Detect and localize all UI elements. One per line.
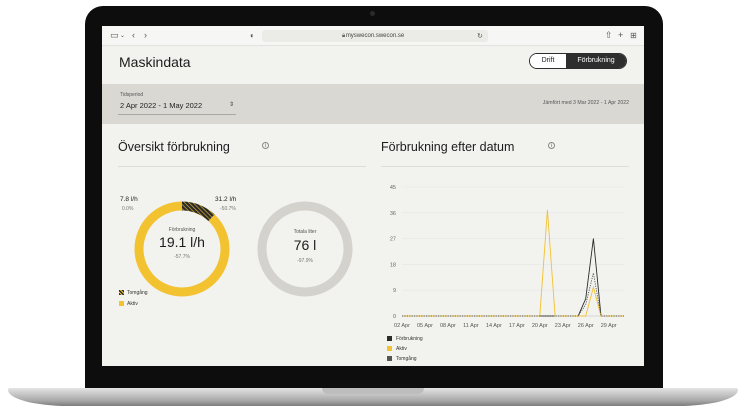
legend-active-label: Aktiv: [127, 301, 138, 307]
reload-icon[interactable]: ↻: [477, 31, 483, 42]
tab-forbrukning[interactable]: Förbrukning: [566, 54, 626, 68]
chart-heading: Förbrukning efter datum: [381, 140, 515, 154]
laptop-notch: [322, 388, 424, 394]
info-icon[interactable]: i: [262, 142, 269, 149]
y-tick-label: 18: [390, 262, 396, 268]
overview-divider: [118, 166, 366, 167]
new-tab-icon[interactable]: +: [618, 30, 623, 41]
donut1-label: Förbrukning: [168, 227, 196, 233]
forward-icon[interactable]: ›: [144, 30, 147, 41]
chart-legend-label[interactable]: Förbrukning: [396, 336, 423, 342]
chevron-down-icon[interactable]: ⌄: [120, 31, 125, 42]
tab-drift[interactable]: Drift: [530, 54, 566, 68]
period-select[interactable]: 2 Apr 2022 - 1 May 2022: [120, 101, 202, 110]
x-tick-label: 23 Apr: [555, 323, 571, 329]
x-tick-label: 11 Apr: [463, 323, 479, 329]
share-icon[interactable]: ⇧: [605, 30, 613, 41]
period-label: Tidsperiod: [120, 92, 144, 98]
view-toggle: Drift Förbrukning: [529, 53, 627, 69]
legend-active-swatch: [119, 301, 124, 306]
sidebar-icon[interactable]: ▭: [110, 30, 119, 41]
back-icon[interactable]: ‹: [132, 30, 135, 41]
chart-divider: [381, 166, 629, 167]
legend-idle-label: Tomgång: [127, 290, 148, 296]
chart-legend-swatch: [387, 346, 392, 351]
url-text: myswecon.swecon.se: [345, 33, 405, 39]
chart-legend-swatch: [387, 356, 392, 361]
series-line-förbrukning: [402, 238, 624, 317]
tabs-overview-icon[interactable]: ⊞: [630, 30, 637, 41]
donut1-change: -57.7%: [174, 254, 190, 260]
shield-icon: ◐: [250, 31, 255, 40]
x-tick-label: 29 Apr: [601, 323, 617, 329]
y-tick-label: 0: [393, 314, 396, 320]
x-tick-label: 14 Apr: [486, 323, 502, 329]
donut2-label: Totala liter: [293, 229, 317, 235]
info-icon[interactable]: i: [548, 142, 555, 149]
series-line-tomgång: [402, 272, 624, 317]
chart-legend-label[interactable]: Aktiv: [396, 346, 407, 352]
legend-idle-swatch: [119, 290, 124, 295]
screen: ▭ ⌄ ‹ › ◐ 🔒︎ myswecon.swecon.se ↻ ⇧ + ⊞ …: [102, 26, 644, 366]
donut2-change: -97.9%: [297, 258, 313, 264]
y-tick-label: 27: [390, 237, 396, 243]
donut1-value: 19.1 l/h: [159, 234, 205, 250]
address-bar[interactable]: 🔒︎ myswecon.swecon.se: [262, 30, 488, 42]
x-tick-label: 08 Apr: [440, 323, 456, 329]
y-tick-label: 45: [390, 185, 396, 191]
camera: [370, 11, 375, 16]
y-tick-label: 9: [393, 288, 396, 294]
chart-legend-swatch: [387, 336, 392, 341]
chart-legend-label[interactable]: Tomgång: [396, 356, 417, 362]
compare-period: Jämfört med 3 Mar 2022 - 1 Apr 2022: [542, 100, 629, 106]
select-arrows-icon[interactable]: ⇕: [229, 101, 234, 108]
consumption-line-chart: 0 9 18 27 36 45 02 Apr 05 Apr 08 Apr 11 Apr 14 Apr…: [390, 185, 624, 329]
donut2-value: 76 l: [293, 237, 317, 253]
page-title: Maskindata: [119, 54, 191, 70]
y-tick-label: 36: [390, 211, 396, 217]
overview-heading: Översikt förbrukning: [118, 140, 230, 154]
x-tick-label: 26 Apr: [578, 323, 594, 329]
browser-toolbar: ▭ ⌄ ‹ › ◐ 🔒︎ myswecon.swecon.se ↻ ⇧ + ⊞: [102, 26, 644, 46]
x-tick-label: 17 Apr: [509, 323, 525, 329]
x-tick-label: 20 Apr: [532, 323, 548, 329]
period-underline: [118, 114, 236, 115]
x-tick-label: 02 Apr: [394, 323, 410, 329]
x-tick-label: 05 Apr: [417, 323, 433, 329]
